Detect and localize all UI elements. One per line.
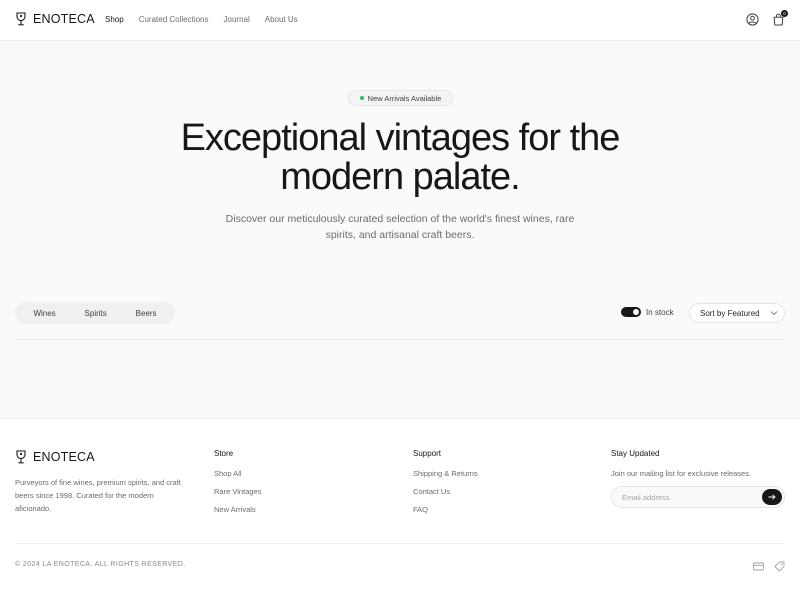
account-button[interactable] <box>746 13 759 26</box>
footer-divider <box>15 543 785 544</box>
subscribe-button[interactable] <box>762 489 782 505</box>
cart-count-badge: 0 <box>781 10 788 17</box>
footer-store-column: Store Shop All Rare Vintages New Arrival… <box>214 449 261 523</box>
wine-glass-icon <box>16 450 26 464</box>
footer-newsletter-heading: Stay Updated <box>611 449 660 458</box>
footer-support-column: Support Shipping & Returns Contact Us FA… <box>413 449 478 523</box>
hero-title-line-1: Exceptional vintages for the <box>180 117 621 159</box>
footer-link-shop-all[interactable]: Shop All <box>214 469 261 478</box>
nav-link-curated-collections[interactable]: Curated Collections <box>139 15 209 24</box>
footer-newsletter-text: Join our mailing list for exclusive rele… <box>611 469 752 478</box>
header-actions: 0 <box>746 10 788 26</box>
category-tabs: Wines Spirits Beers <box>15 302 175 324</box>
hero-title-line-2: modern palate. <box>280 156 520 198</box>
wine-glass-icon <box>16 12 26 26</box>
filter-bar: Wines Spirits Beers In stock Sort by Fea… <box>15 302 785 324</box>
hero-section: New Arrivals Available Exceptional vinta… <box>0 41 800 261</box>
sort-label: Sort by Featured <box>700 308 760 318</box>
newsletter-form <box>611 486 785 508</box>
site-footer: ENOTECA Purveyors of fine wines, premium… <box>0 418 800 600</box>
brand-name: ENOTECA <box>33 12 95 26</box>
payment-icons <box>753 559 785 572</box>
arrow-right-icon <box>768 494 776 500</box>
footer-link-faq[interactable]: FAQ <box>413 505 478 514</box>
status-dot-icon <box>359 96 364 100</box>
footer-brand-name: ENOTECA <box>33 450 95 464</box>
badge-label: New Arrivals Available <box>367 93 442 103</box>
tab-spirits[interactable]: Spirits <box>85 309 107 318</box>
footer-support-heading: Support <box>413 449 442 458</box>
new-arrivals-badge[interactable]: New Arrivals Available <box>348 90 453 106</box>
content-divider <box>15 339 785 340</box>
footer-link-new-arrivals[interactable]: New Arrivals <box>214 505 261 514</box>
footer-brand[interactable]: ENOTECA <box>15 450 95 464</box>
sort-dropdown[interactable]: Sort by Featured <box>689 303 785 323</box>
hero-subtitle: Discover our meticulously curated select… <box>225 213 575 241</box>
nav-link-about-us[interactable]: About Us <box>265 15 298 24</box>
chevron-down-icon <box>770 311 777 316</box>
hero-title: Exceptional vintages for the modern pala… <box>100 119 700 197</box>
credit-card-icon <box>753 559 764 571</box>
user-circle-icon <box>746 13 759 26</box>
footer-newsletter-column: Stay Updated Join our mailing list for e… <box>611 449 751 478</box>
in-stock-filter: In stock <box>621 307 674 317</box>
in-stock-toggle[interactable] <box>621 307 641 317</box>
in-stock-label: In stock <box>646 307 674 317</box>
nav-link-journal[interactable]: Journal <box>224 15 250 24</box>
footer-link-shipping-returns[interactable]: Shipping & Returns <box>413 469 478 478</box>
site-header: ENOTECA Shop Curated Collections Journal… <box>0 0 800 41</box>
footer-link-rare-vintages[interactable]: Rare Vintages <box>214 487 261 496</box>
main-nav: Shop Curated Collections Journal About U… <box>105 15 313 24</box>
email-field[interactable] <box>622 491 752 504</box>
copyright-text: © 2024 LA ENOTECA. ALL RIGHTS RESERVED. <box>15 561 186 568</box>
footer-description: Purveyors of fine wines, premium spirits… <box>15 478 181 513</box>
brand-logo[interactable]: ENOTECA <box>15 12 95 26</box>
footer-store-heading: Store <box>214 449 234 458</box>
nav-link-shop[interactable]: Shop <box>105 15 124 24</box>
tag-icon <box>774 559 785 572</box>
footer-link-contact-us[interactable]: Contact Us <box>413 487 478 496</box>
cart-button[interactable]: 0 <box>772 10 788 26</box>
tab-beers[interactable]: Beers <box>136 309 157 318</box>
tab-wines[interactable]: Wines <box>33 309 55 318</box>
